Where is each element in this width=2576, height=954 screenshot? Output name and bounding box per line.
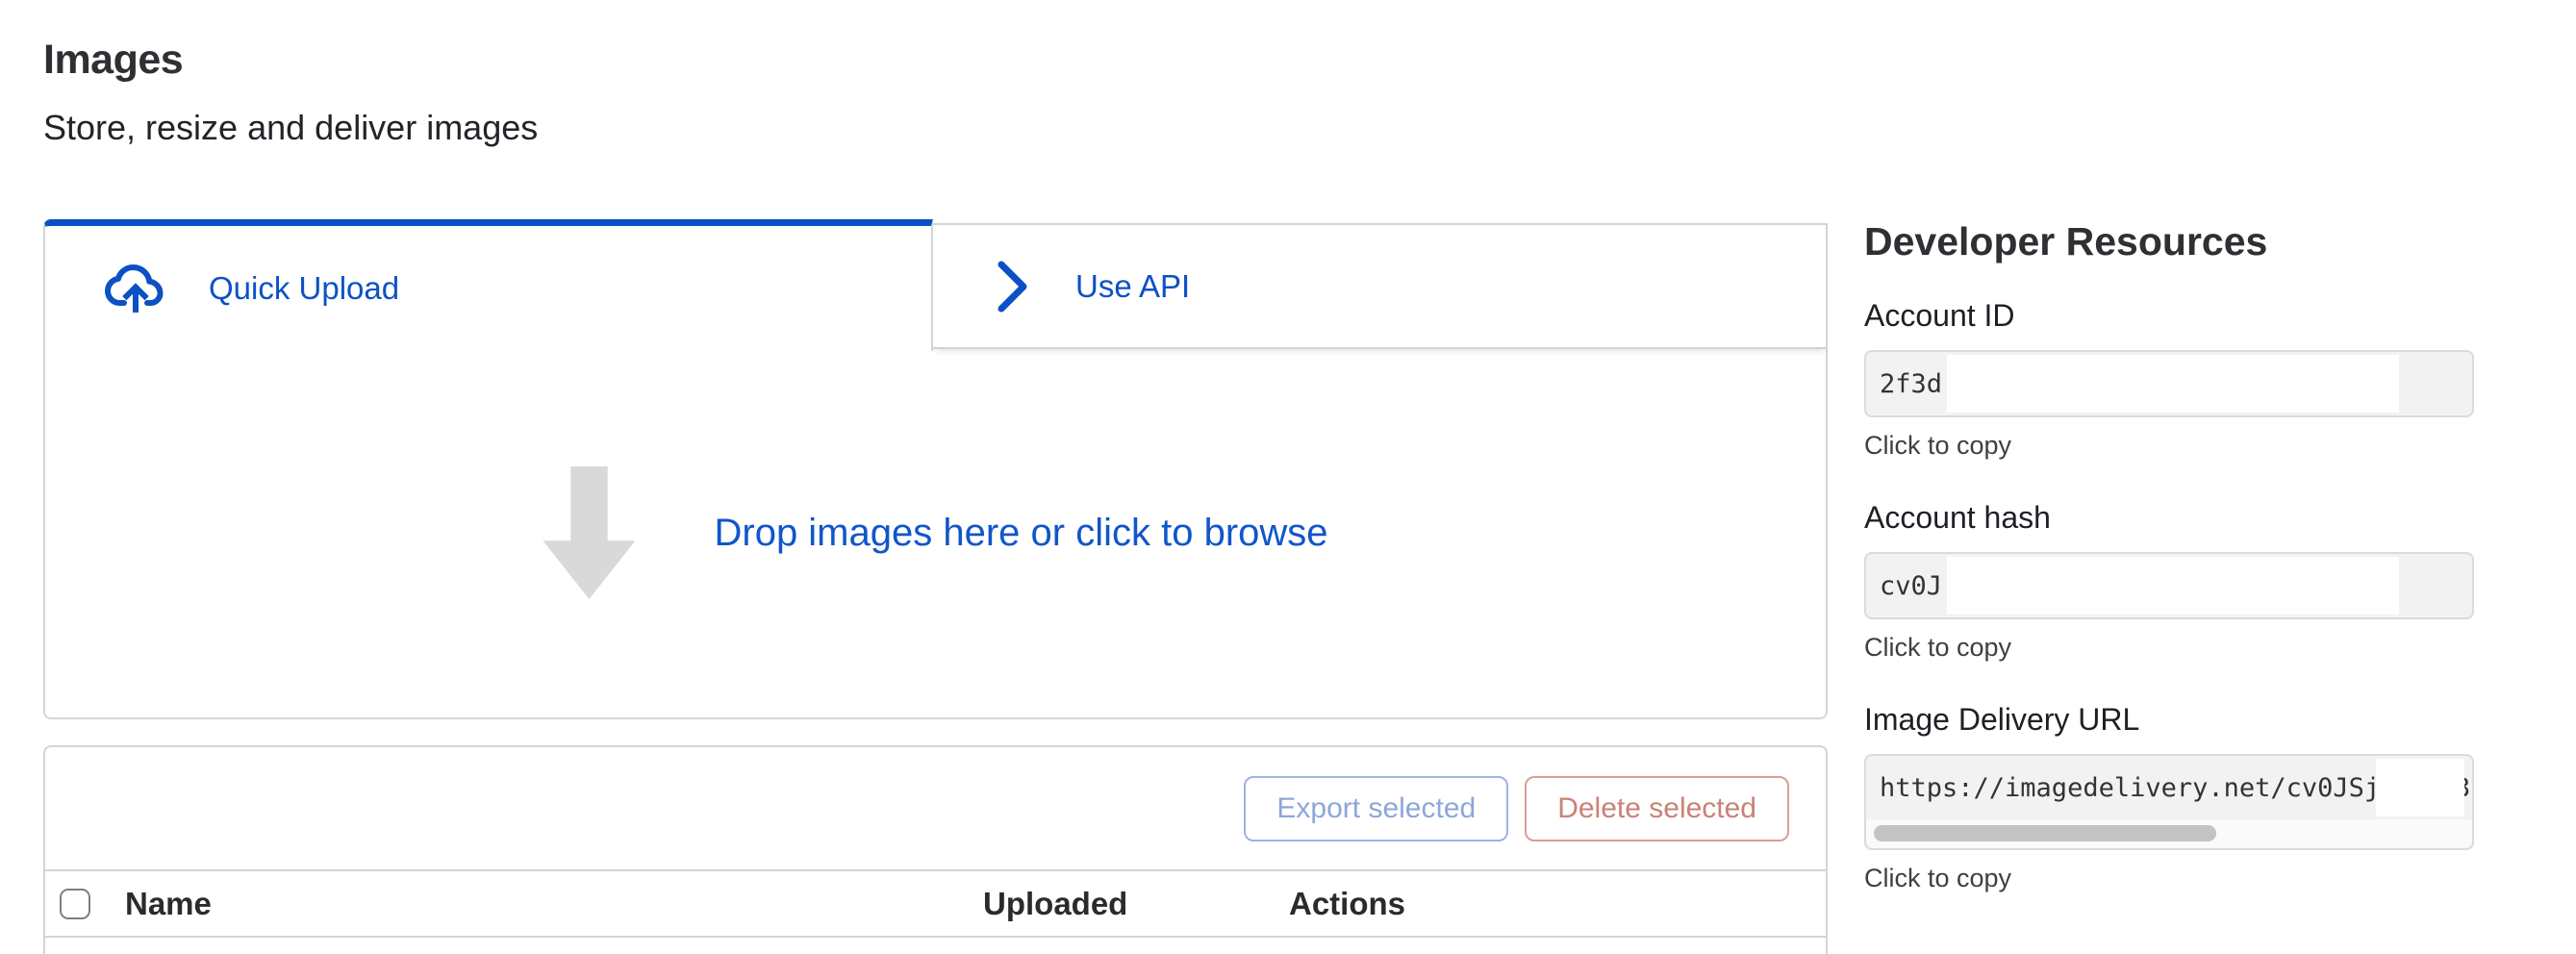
redaction-overlay xyxy=(1947,355,2399,413)
url-scrollbar-thumb[interactable] xyxy=(1874,825,2216,841)
delivery-url-label: Image Delivery URL xyxy=(1864,700,2474,739)
table-header: Name Uploaded Actions xyxy=(45,871,1826,938)
select-all-checkbox[interactable] xyxy=(60,889,90,919)
tab-use-api-label: Use API xyxy=(1075,268,1190,305)
page-subtitle: Store, resize and deliver images xyxy=(43,108,538,148)
account-id-label: Account ID xyxy=(1864,296,2474,335)
account-id-value: 2f3d xyxy=(1880,352,1942,415)
export-selected-button[interactable]: Export selected xyxy=(1244,776,1508,841)
dropzone-label: Drop images here or click to browse xyxy=(714,512,1327,555)
redaction-overlay xyxy=(1947,557,2399,615)
dropzone[interactable]: Drop images here or click to browse xyxy=(45,351,1826,715)
account-hash-label: Account hash xyxy=(1864,498,2474,537)
redaction-overlay xyxy=(2376,759,2464,816)
images-table-card: Export selected Delete selected Name Upl… xyxy=(43,745,1828,954)
tab-quick-upload[interactable]: Quick Upload xyxy=(43,219,933,351)
images-toolbar: Export selected Delete selected xyxy=(45,747,1826,871)
account-hash-field[interactable]: cv0J xyxy=(1864,552,2474,619)
column-header-uploaded: Uploaded xyxy=(983,886,1127,922)
delete-selected-button[interactable]: Delete selected xyxy=(1525,776,1789,841)
delivery-url-value: https://imagedelivery.net/cv0JSj xyxy=(1880,756,2380,819)
arrow-down-icon xyxy=(543,466,635,599)
account-id-copy-hint: Click to copy xyxy=(1864,429,2474,462)
cloud-upload-icon xyxy=(105,264,168,313)
account-hash-value: cv0J xyxy=(1880,554,1942,617)
account-id-field[interactable]: 2f3d xyxy=(1864,350,2474,417)
chevron-right-icon xyxy=(997,260,1029,314)
delivery-url-field[interactable]: https://imagedelivery.net/cv0JSj 3 xyxy=(1864,754,2474,850)
images-dashboard: Images Store, resize and deliver images … xyxy=(0,0,2576,954)
page-title: Images xyxy=(43,37,183,84)
account-hash-copy-hint: Click to copy xyxy=(1864,631,2474,664)
sidebar-title: Developer Resources xyxy=(1864,215,2474,267)
developer-resources-panel: Developer Resources Account ID 2f3d Clic… xyxy=(1864,215,2474,931)
delivery-url-copy-hint: Click to copy xyxy=(1864,862,2474,894)
column-header-name: Name xyxy=(125,886,212,922)
tab-use-api[interactable]: Use API xyxy=(933,223,1828,349)
tab-quick-upload-label: Quick Upload xyxy=(209,270,399,307)
url-scrollbar-track xyxy=(1866,819,2472,848)
column-header-actions: Actions xyxy=(1289,886,1405,922)
